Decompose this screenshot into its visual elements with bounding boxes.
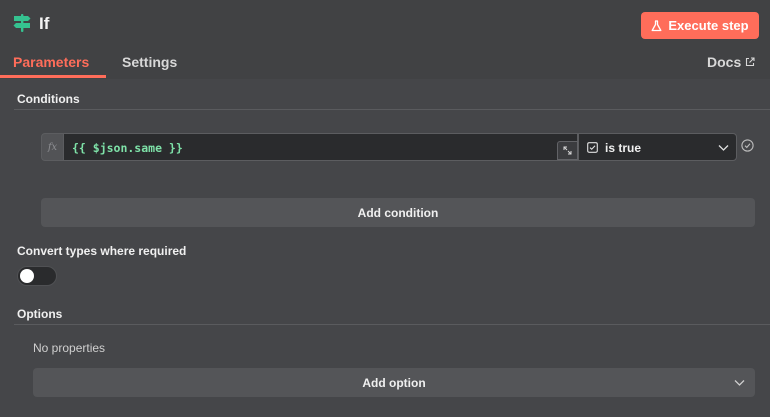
options-title: Options [17,307,63,321]
toggle-knob [20,269,34,283]
convert-types-label: Convert types where required [17,244,187,258]
conditions-divider [14,109,770,110]
conditions-title: Conditions [17,92,80,106]
execute-step-label: Execute step [668,18,749,33]
signpost-icon [13,14,31,32]
tab-parameters[interactable]: Parameters [13,54,89,70]
tab-settings[interactable]: Settings [122,54,177,70]
flask-icon [651,19,662,31]
docs-label: Docs [707,54,742,70]
operator-select[interactable]: is true [578,133,737,161]
condition-expression-input[interactable]: {{ $json.same }} [64,133,578,161]
external-link-icon [746,57,755,67]
active-tab-indicator [0,75,106,78]
add-option-button[interactable]: Add option [33,368,755,397]
node-header: If Execute step Parameters Settings Docs [0,0,770,79]
docs-link[interactable]: Docs [707,54,755,70]
node-title: If [39,14,50,33]
condition-row: fx {{ $json.same }} is true [41,133,737,161]
operator-label: is true [605,141,642,155]
checkbox-icon [587,142,598,153]
convert-types-toggle[interactable] [17,266,57,286]
fx-icon[interactable]: fx [41,133,64,161]
chevron-down-icon [734,380,745,386]
no-properties-text: No properties [33,341,106,355]
check-circle-icon [741,139,754,152]
expand-icon [563,146,572,155]
expand-expression-button[interactable] [557,141,578,160]
execute-step-button[interactable]: Execute step [641,12,759,39]
options-divider [14,324,770,325]
expression-text: {{ $json.same }} [72,141,183,155]
add-condition-button[interactable]: Add condition [41,198,755,227]
chevron-down-icon [718,145,729,151]
